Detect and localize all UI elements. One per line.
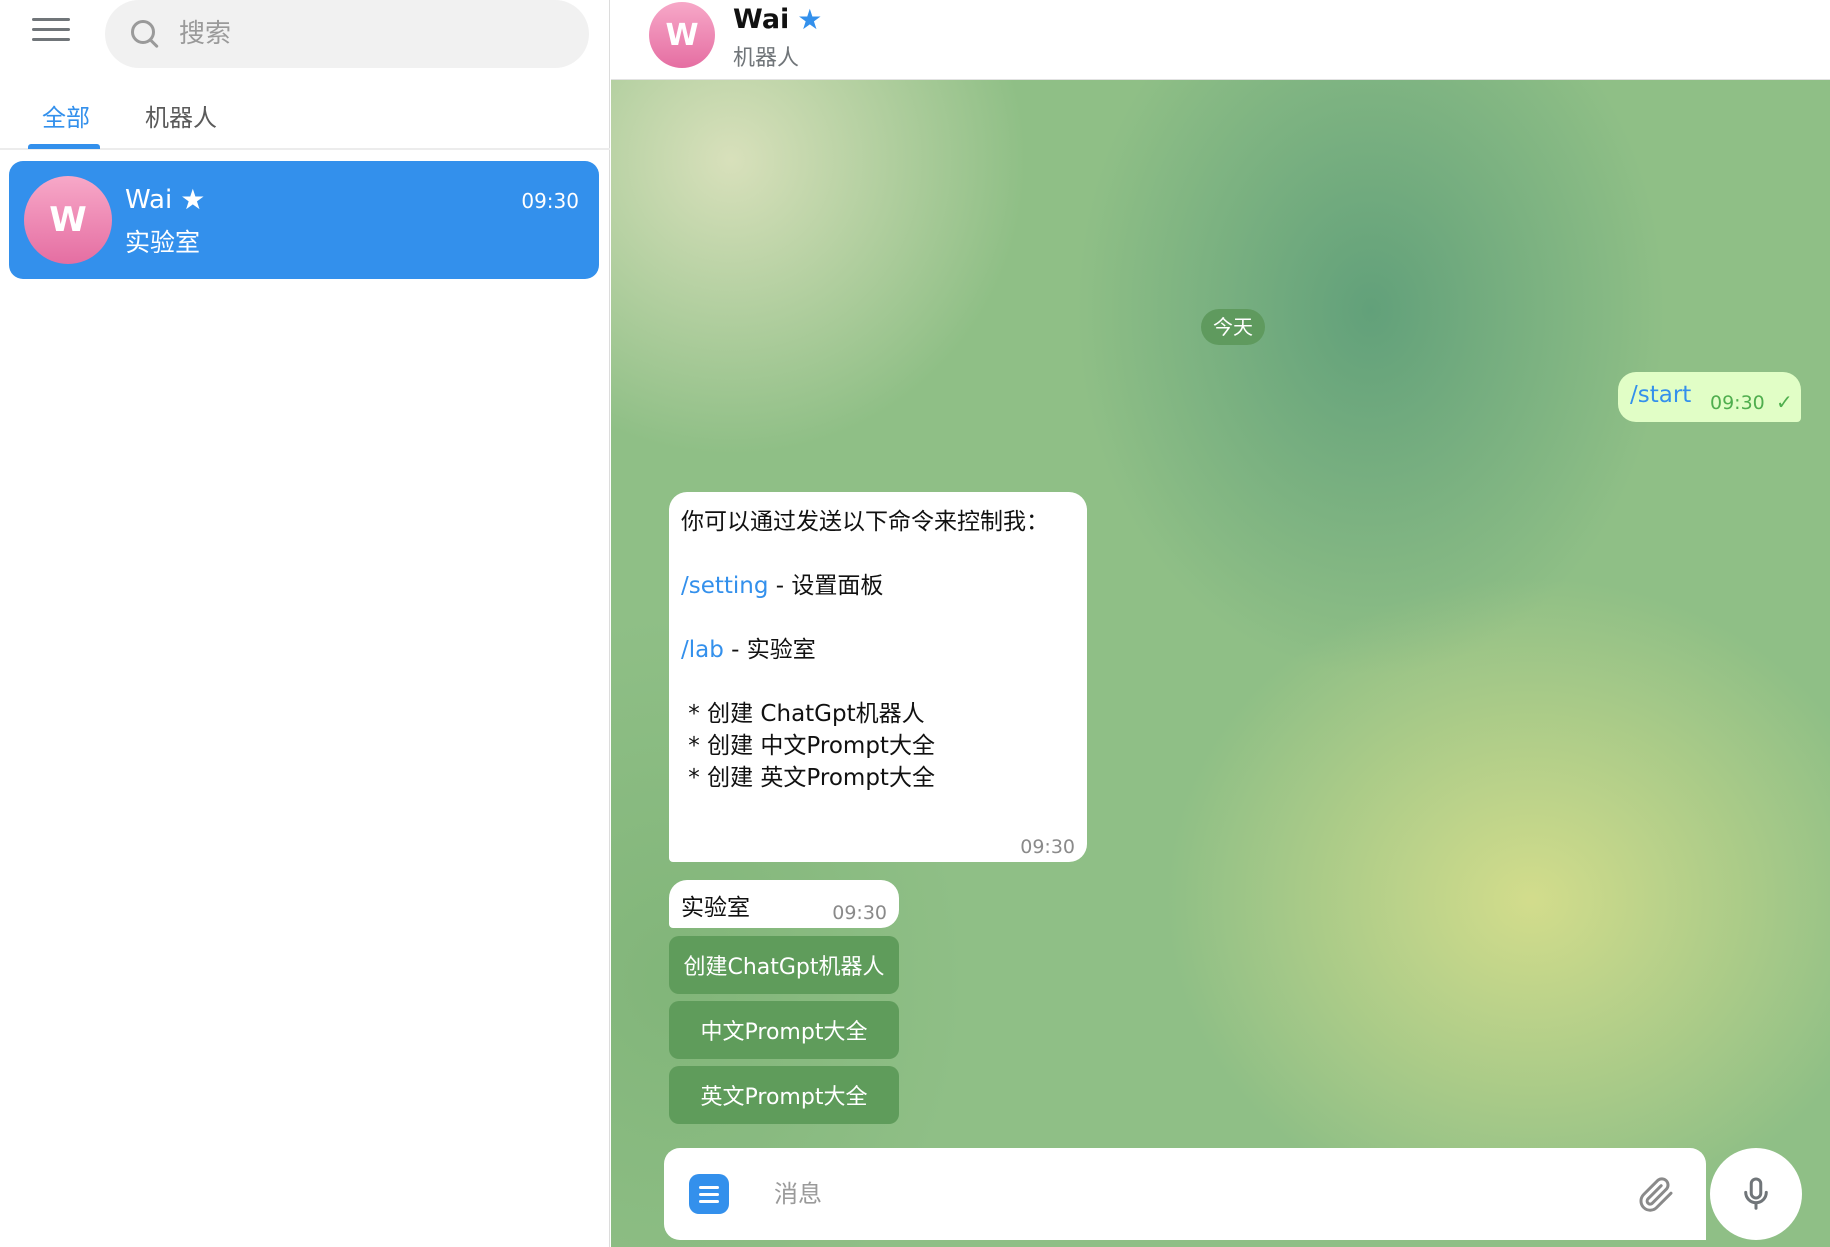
incoming-message: 实验室 09:30 [669,880,899,928]
tab-bots[interactable]: 机器人 [145,98,217,133]
keyboard-button-create-chatgpt-bot[interactable]: 创建ChatGpt机器人 [669,936,899,994]
search-icon [129,18,161,50]
command-description: - 实验室 [723,637,816,663]
command-link[interactable]: /setting [681,573,769,599]
tab-all[interactable]: 全部 [42,98,90,133]
list-item: * 创建 ChatGpt机器人 [681,701,925,727]
chat-list-item-wai[interactable]: W Wai ★ 实验室 09:30 [9,161,599,279]
active-tab-indicator [28,144,100,149]
keyboard-button-chinese-prompts[interactable]: 中文Prompt大全 [669,1001,899,1059]
list-item: * 创建 中文Prompt大全 [681,733,935,759]
search-bar[interactable] [105,0,589,68]
chat-title-label: Wai [733,4,790,35]
avatar: W [24,176,112,264]
bot-menu-icon[interactable] [689,1174,729,1214]
date-separator: 今天 [1201,309,1265,345]
chat-name-label: Wai [125,185,173,215]
chat-preview: 实验室 [125,228,201,257]
message-text: 实验室 [681,895,750,921]
message-composer [664,1148,1706,1240]
microphone-icon [1744,1177,1768,1210]
command-description: - 设置面板 [768,573,884,599]
microphone-button[interactable] [1710,1148,1802,1240]
message-text: 你可以通过发送以下命令来控制我： [681,509,1049,535]
avatar[interactable]: W [649,2,715,68]
outgoing-message: /start 09:30 ✓ [1618,372,1801,422]
paperclip-icon[interactable] [1636,1174,1676,1214]
sidebar: 全部 机器人 W Wai ★ 实验室 09:30 [0,0,610,1247]
message-time: 09:30 [1710,392,1765,414]
check-icon: ✓ [1776,390,1793,414]
chat-time: 09:30 [521,189,579,213]
star-icon: ★ [180,183,206,216]
command-link[interactable]: /start [1630,382,1691,408]
chat-name: Wai ★ [125,185,205,215]
keyboard-button-english-prompts[interactable]: 英文Prompt大全 [669,1066,899,1124]
chat-title: Wai ★ [733,4,822,35]
message-input[interactable] [774,1172,1594,1216]
message-text: /setting - 设置面板 [681,566,883,600]
hamburger-menu-icon[interactable] [32,18,70,48]
folder-tabs: 全部 机器人 [0,84,610,150]
search-input[interactable] [179,19,559,49]
star-icon: ★ [797,2,823,36]
message-time: 09:30 [832,902,887,924]
chat-panel: W Wai ★ 机器人 今天 /start 09:30 ✓ 你可以通过发送以下命… [611,0,1830,1247]
message-time: 09:30 [1020,836,1075,858]
command-link[interactable]: /lab [681,637,724,663]
list-item: * 创建 英文Prompt大全 [681,765,935,791]
incoming-message: 你可以通过发送以下命令来控制我： /setting - 设置面板 /lab - … [669,492,1087,862]
message-text: /lab - 实验室 [681,630,816,664]
chat-subtitle: 机器人 [733,46,800,71]
chat-header[interactable]: W Wai ★ 机器人 [611,0,1830,80]
